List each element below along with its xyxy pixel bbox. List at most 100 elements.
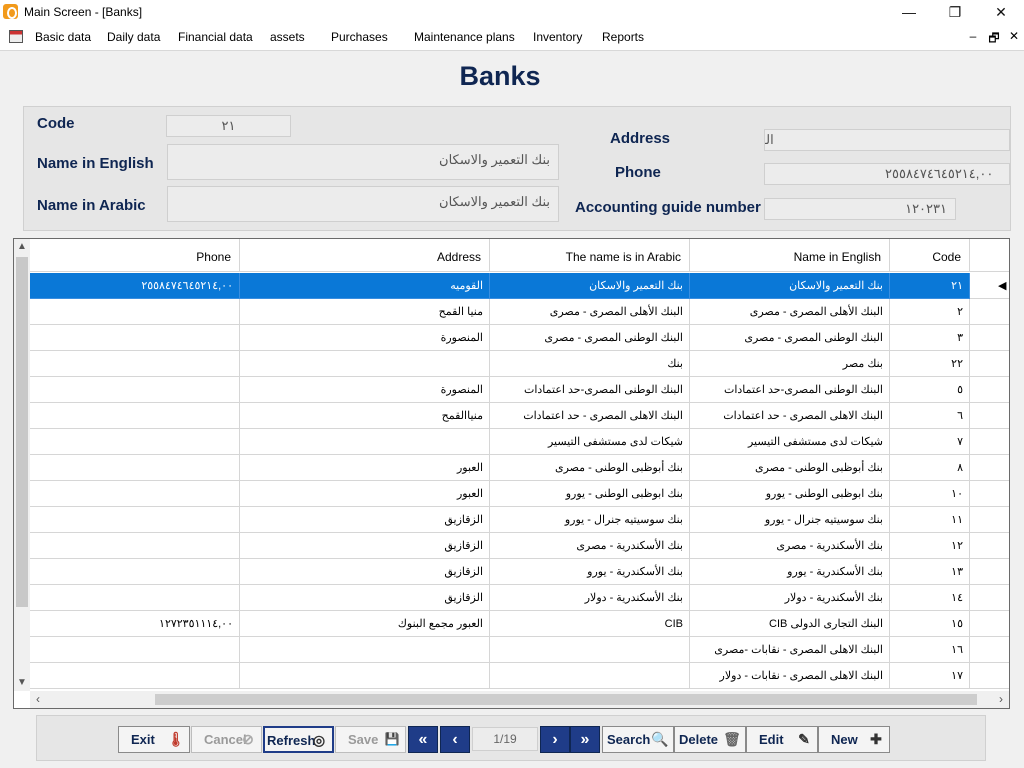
cell-name-english[interactable]: بنك الأسكندرية - يورو (690, 559, 890, 585)
cell-name-arabic[interactable]: بنك الأسكندرية - دولار (490, 585, 690, 611)
maximize-button[interactable]: ❐ (932, 0, 978, 24)
cell-address[interactable]: الزقازيق (240, 533, 490, 559)
menu-financial-data[interactable]: Financial data (178, 30, 253, 44)
table-row[interactable]: بنك بنك مصر ٢٢ (30, 351, 1009, 377)
save-button[interactable]: Save 💾 (335, 726, 406, 753)
horizontal-scrollbar[interactable]: ‹ › (30, 691, 1009, 708)
menu-reports[interactable]: Reports (602, 30, 644, 44)
banks-grid[interactable]: ▲ ▼ Phone Address The name is in Arabic … (13, 238, 1010, 709)
scroll-right-icon[interactable]: › (993, 691, 1009, 708)
header-phone[interactable]: Phone (30, 239, 240, 272)
cell-name-arabic[interactable]: بنك سوسيتيه جنرال - يورو (490, 507, 690, 533)
cell-address[interactable]: المنصورة (240, 377, 490, 403)
cell-name-english[interactable]: CIB البنك التجارى الدولى (690, 611, 890, 637)
accounting-guide-field[interactable]: ١٢٠٢٣١ (764, 198, 956, 220)
exit-button[interactable]: Exit 🌡 (118, 726, 190, 753)
close-button[interactable]: ✕ (978, 0, 1024, 24)
cancel-button[interactable]: Cancel ⊘ (191, 726, 262, 753)
table-row[interactable]: البنك الاهلى المصرى - نقابات -مصرى ١٦ (30, 637, 1009, 663)
cell-name-english[interactable]: بنك ابوظبى الوطنى - يورو (690, 481, 890, 507)
cell-name-arabic[interactable]: البنك الاهلى المصرى - حد اعتمادات (490, 403, 690, 429)
cell-phone[interactable] (30, 533, 240, 559)
scroll-left-icon[interactable]: ‹ (30, 691, 46, 708)
cell-name-arabic[interactable] (490, 637, 690, 663)
cell-address[interactable] (240, 637, 490, 663)
cell-name-english[interactable]: بنك الأسكندرية - دولار (690, 585, 890, 611)
cell-code[interactable]: ٦ (890, 403, 970, 429)
cell-name-arabic[interactable]: البنك الوطنى المصرى-حد اعتمادات (490, 377, 690, 403)
cell-phone[interactable] (30, 637, 240, 663)
cell-name-english[interactable]: البنك الاهلى المصرى - نقابات -مصرى (690, 637, 890, 663)
cell-name-arabic[interactable]: بنك (490, 351, 690, 377)
menu-inventory[interactable]: Inventory (533, 30, 582, 44)
cell-address[interactable]: الزقازيق (240, 585, 490, 611)
table-row[interactable]: الزقازيق بنك سوسيتيه جنرال - يورو بنك سوسي… (30, 507, 1009, 533)
row-indicator[interactable] (970, 663, 1009, 689)
cell-code[interactable]: ٥ (890, 377, 970, 403)
name-arabic-field[interactable]: بنك التعمير والاسكان (167, 186, 559, 222)
cell-phone[interactable] (30, 481, 240, 507)
cell-code[interactable]: ١٢ (890, 533, 970, 559)
cell-code[interactable]: ١١ (890, 507, 970, 533)
cell-name-arabic[interactable]: بنك الأسكندرية - يورو (490, 559, 690, 585)
edit-button[interactable]: Edit ✎ (746, 726, 818, 753)
cell-phone[interactable] (30, 351, 240, 377)
table-row[interactable]: البنك الاهلى المصرى - نقابات - دولار ١٧ (30, 663, 1009, 689)
row-indicator[interactable] (970, 325, 1009, 351)
cell-name-english[interactable]: شيكات لدى مستشفى التيسير (690, 429, 890, 455)
cell-address[interactable] (240, 663, 490, 689)
cell-name-arabic[interactable]: بنك الأسكندرية - مصرى (490, 533, 690, 559)
next-record-button[interactable]: › (540, 726, 570, 753)
row-indicator[interactable] (970, 455, 1009, 481)
cell-code[interactable]: ٨ (890, 455, 970, 481)
table-row[interactable]: العبور بنك أبوظبى الوطنى - مصرى بنك أبوظبى… (30, 455, 1009, 481)
mdi-restore-button[interactable]: 🗗 (986, 29, 1002, 50)
cell-name-english[interactable]: بنك أبوظبى الوطنى - مصرى (690, 455, 890, 481)
cell-name-english[interactable]: بنك التعمير والاسكان (690, 273, 890, 299)
cell-name-arabic[interactable]: شيكات لدى مستشفى التيسير (490, 429, 690, 455)
header-code[interactable]: Code (890, 239, 970, 272)
current-row-arrow-icon[interactable]: ◀ (970, 273, 1009, 299)
cell-address[interactable]: العبور مجمع البنوك (240, 611, 490, 637)
cell-code[interactable]: ١٠ (890, 481, 970, 507)
cell-phone[interactable] (30, 663, 240, 689)
row-indicator[interactable] (970, 559, 1009, 585)
mdi-window-icon[interactable] (9, 30, 23, 43)
row-indicator[interactable] (970, 429, 1009, 455)
menu-daily-data[interactable]: Daily data (107, 30, 160, 44)
cell-name-english[interactable]: بنك مصر (690, 351, 890, 377)
minimize-button[interactable]: — (886, 0, 932, 24)
cell-address[interactable]: القوميه (240, 273, 490, 299)
cell-phone[interactable]: ٢٥٥٨٤٧٤٦٤٥٢١٤,٠٠ (30, 273, 240, 299)
cell-phone[interactable] (30, 585, 240, 611)
cell-address[interactable] (240, 429, 490, 455)
cell-name-arabic[interactable]: البنك الأهلى المصرى - مصرى (490, 299, 690, 325)
row-indicator[interactable] (970, 637, 1009, 663)
cell-name-arabic[interactable]: CIB (490, 611, 690, 637)
cell-phone[interactable] (30, 507, 240, 533)
cell-phone[interactable] (30, 377, 240, 403)
code-field[interactable]: ٢١ (166, 115, 291, 137)
cell-code[interactable]: ١٤ (890, 585, 970, 611)
cell-phone[interactable]: ١٢٧٢٣٥١١١٤,٠٠ (30, 611, 240, 637)
scroll-up-icon[interactable]: ▲ (14, 239, 30, 255)
cell-address[interactable] (240, 351, 490, 377)
mdi-minimize-button[interactable]: ‒ (965, 29, 981, 43)
previous-record-button[interactable]: ‹ (440, 726, 470, 753)
cell-address[interactable]: الزقازيق (240, 507, 490, 533)
row-indicator[interactable] (970, 533, 1009, 559)
cell-name-english[interactable]: البنك الأهلى المصرى - مصرى (690, 299, 890, 325)
cell-name-arabic[interactable]: بنك أبوظبى الوطنى - مصرى (490, 455, 690, 481)
cell-address[interactable]: منيا القمح (240, 299, 490, 325)
cell-name-arabic[interactable]: بنك التعمير والاسكان (490, 273, 690, 299)
cell-code[interactable]: ٣ (890, 325, 970, 351)
row-indicator[interactable] (970, 585, 1009, 611)
table-row[interactable]: العبور بنك ابوظبى الوطنى - يورو بنك ابوظبى… (30, 481, 1009, 507)
table-row[interactable]: شيكات لدى مستشفى التيسير شيكات لدى مستشفى… (30, 429, 1009, 455)
menu-purchases[interactable]: Purchases (331, 30, 388, 44)
cell-code[interactable]: ٧ (890, 429, 970, 455)
table-row[interactable]: المنصورة البنك الوطنى المصرى - مصرى البنك … (30, 325, 1009, 351)
vertical-scrollbar[interactable]: ▲ ▼ (14, 239, 30, 691)
cell-code[interactable]: ٢٢ (890, 351, 970, 377)
table-row[interactable]: الزقازيق بنك الأسكندرية - يورو بنك الأسكند… (30, 559, 1009, 585)
